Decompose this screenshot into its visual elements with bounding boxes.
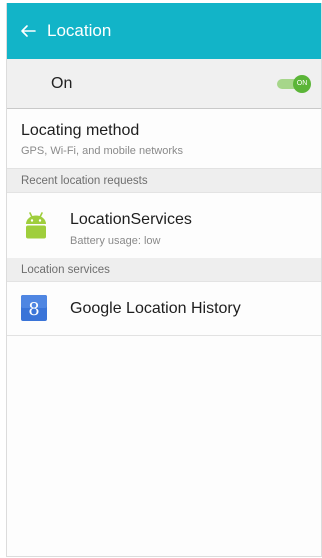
section-title-services: Location services [21,263,110,276]
google-icon: 8 [21,295,47,321]
toggle-thumb: ON [293,74,311,93]
settings-screen: Location On ON Locating method GPS, Wi-F… [6,3,322,557]
app-bar: Location [7,3,321,59]
locating-method-item[interactable]: Locating method GPS, Wi-Fi, and mobile n… [7,109,321,169]
list-item-google-location-history[interactable]: 8 Google Location History [7,282,321,336]
section-header-location-services: Location services [7,258,321,282]
app-name: LocationServices [70,211,192,228]
location-toggle[interactable]: ON [277,74,311,93]
back-button[interactable] [20,23,36,39]
location-master-switch-row[interactable]: On ON [7,59,321,109]
locating-method-title: Locating method [21,122,140,139]
master-switch-label: On [51,74,73,92]
arrow-left-icon [21,25,36,37]
section-title-recent: Recent location requests [21,174,148,187]
locating-method-summary: GPS, Wi-Fi, and mobile networks [21,145,183,157]
android-icon [26,212,46,239]
section-header-recent-requests: Recent location requests [7,169,321,193]
list-item-location-services[interactable]: LocationServices Battery usage: low [7,193,321,258]
app-battery-usage: Battery usage: low [70,235,161,247]
service-name: Google Location History [70,300,241,317]
svg-text:8: 8 [28,299,39,320]
toggle-state-text: ON [296,80,308,87]
page-title: Location [47,21,112,40]
